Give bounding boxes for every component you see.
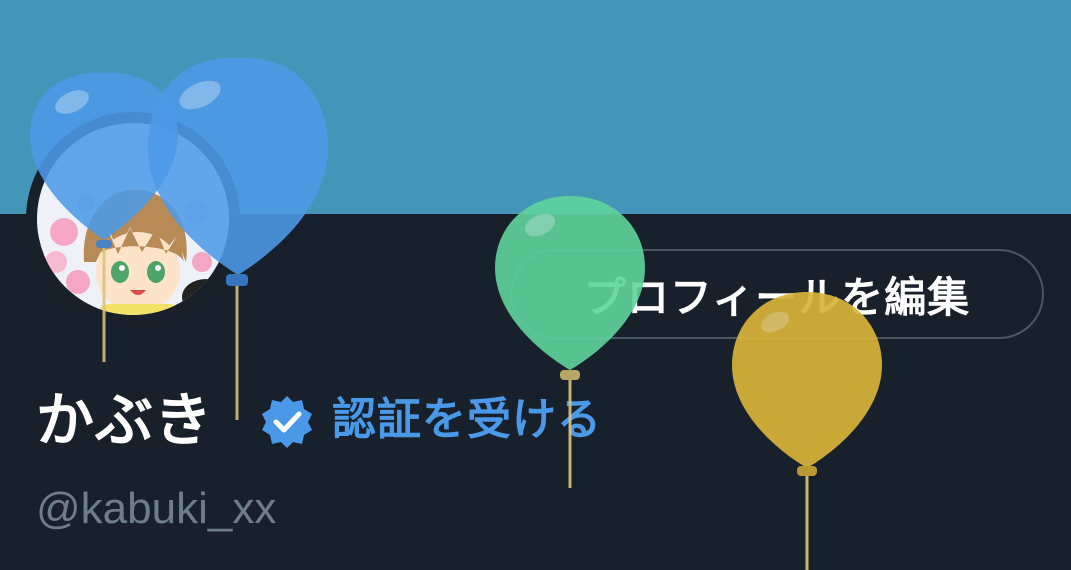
avatar[interactable]: [26, 112, 240, 326]
verified-badge-icon[interactable]: [258, 393, 316, 451]
username-handle: @kabuki_xx: [36, 484, 277, 533]
get-verified-link[interactable]: 認証を受ける: [332, 390, 602, 450]
display-name: かぶき: [36, 386, 214, 454]
edit-profile-button[interactable]: プロフィールを編集: [510, 249, 1044, 339]
